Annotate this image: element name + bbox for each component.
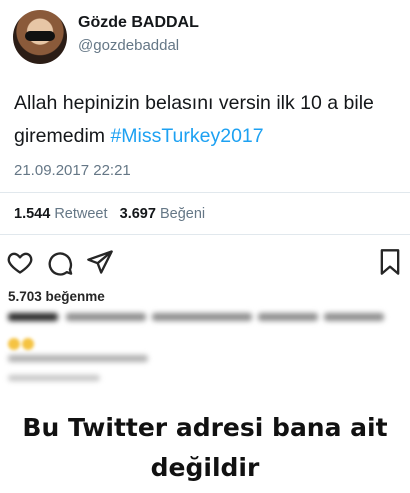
tweet-text: Allah hepinizin belasını versin ilk 10 a…	[14, 87, 394, 153]
blurred-comment-line	[8, 310, 388, 327]
caption-line-1: Bu Twitter adresi bana ait	[22, 413, 388, 442]
tweet-stats: 1.544 Retweet 3.697 Beğeni	[14, 206, 205, 222]
blurred-emoji-row	[8, 337, 36, 351]
like-count[interactable]: 3.697	[120, 206, 156, 222]
likes-count[interactable]: 5.703 beğenme	[8, 289, 105, 304]
sunglasses-detail	[25, 31, 55, 41]
user-handle[interactable]: @gozdebaddal	[78, 37, 179, 54]
blurred-text-block	[8, 375, 100, 381]
hashtag-link[interactable]: #MissTurkey2017	[110, 125, 263, 147]
blurred-comment-line	[8, 352, 208, 367]
avatar[interactable]	[13, 10, 67, 64]
blurred-text-block	[8, 313, 384, 321]
divider	[0, 234, 410, 235]
comment-icon[interactable]	[46, 248, 74, 276]
blurred-date-line	[8, 372, 128, 387]
blurred-text-block	[8, 355, 148, 362]
retweet-label[interactable]: Retweet	[54, 206, 107, 222]
like-label[interactable]: Beğeni	[160, 206, 205, 222]
tweet-timestamp: 21.09.2017 22:21	[14, 162, 131, 179]
bookmark-icon[interactable]	[376, 248, 404, 276]
retweet-count[interactable]: 1.544	[14, 206, 50, 222]
post-action-bar	[0, 248, 410, 278]
tweet-card: Gözde BADDAL @gozdebaddal Allah hepinizi…	[0, 0, 410, 235]
divider	[0, 192, 410, 193]
display-name[interactable]: Gözde BADDAL	[78, 14, 199, 32]
share-icon[interactable]	[86, 248, 114, 276]
heart-icon[interactable]	[6, 248, 34, 276]
caption-line-2: değildir	[150, 453, 260, 482]
